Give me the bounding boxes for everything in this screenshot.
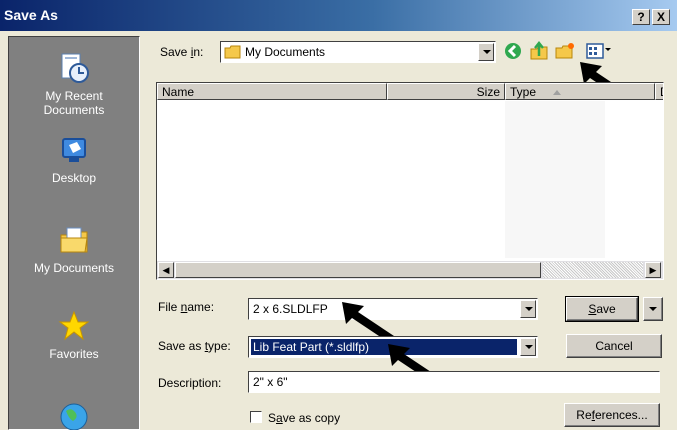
save-as-type-dropdown-arrow[interactable] xyxy=(520,338,536,356)
title-bar: Save As ? X xyxy=(0,0,677,31)
save-as-type-value: Lib Feat Part (*.sldlfp) xyxy=(251,339,517,355)
save-in-combo[interactable]: My Documents xyxy=(220,41,496,63)
save-as-copy-label[interactable]: Save as copy xyxy=(268,411,340,425)
horizontal-scrollbar[interactable]: ◀ ▶ xyxy=(157,261,663,279)
column-header-date[interactable]: D xyxy=(655,83,663,100)
up-folder-icon[interactable] xyxy=(528,40,550,62)
place-network[interactable] xyxy=(9,397,139,430)
scrollbar-thumb[interactable] xyxy=(175,262,541,278)
file-list-view[interactable]: Name Size Type D ◀ ▶ xyxy=(156,82,664,280)
references-button[interactable]: References... xyxy=(564,403,660,427)
column-header-type[interactable]: Type xyxy=(505,83,655,100)
file-name-input[interactable]: 2 x 6.SLDLFP xyxy=(253,302,328,316)
my-documents-icon xyxy=(60,227,88,253)
file-name-label: File name: xyxy=(158,300,215,314)
description-field[interactable]: 2" x 6" xyxy=(248,371,660,393)
help-button[interactable]: ? xyxy=(632,9,650,25)
cancel-button[interactable]: Cancel xyxy=(566,334,662,358)
column-header-size[interactable]: Size xyxy=(387,83,505,100)
description-label: Description: xyxy=(158,376,222,390)
save-options-button[interactable] xyxy=(643,297,663,321)
back-icon[interactable] xyxy=(502,40,524,62)
place-label: My Recent Documents xyxy=(43,89,105,117)
views-menu-icon xyxy=(586,43,604,59)
chevron-down-icon xyxy=(649,307,657,311)
scroll-left-button[interactable]: ◀ xyxy=(158,262,174,278)
scrollbar-track[interactable] xyxy=(543,262,643,278)
recent-documents-icon xyxy=(61,53,89,83)
chevron-down-icon xyxy=(605,48,611,51)
save-as-copy-checkbox[interactable] xyxy=(250,411,262,423)
place-desktop[interactable]: Desktop xyxy=(9,133,139,185)
place-favorites[interactable]: Favorites xyxy=(9,309,139,361)
description-input[interactable]: 2" x 6" xyxy=(253,375,288,389)
places-bar: My Recent Documents Desktop My Documents… xyxy=(8,36,140,430)
new-folder-icon[interactable] xyxy=(554,40,576,62)
save-as-type-label: Save as type: xyxy=(158,339,231,353)
save-button[interactable]: Save xyxy=(565,296,639,322)
network-globe-icon xyxy=(60,403,88,430)
save-in-label: Save in: xyxy=(160,45,204,59)
desktop-icon xyxy=(62,138,86,162)
folder-icon xyxy=(224,45,241,59)
save-in-dropdown-arrow[interactable] xyxy=(478,43,494,61)
window-title: Save As xyxy=(4,7,58,23)
place-my-documents[interactable]: My Documents xyxy=(9,223,139,275)
place-label: Favorites xyxy=(49,347,99,361)
place-my-recent-documents[interactable]: My Recent Documents xyxy=(9,51,139,117)
file-name-dropdown-arrow[interactable] xyxy=(520,300,536,318)
favorites-icon xyxy=(58,310,90,341)
close-button[interactable]: X xyxy=(652,9,670,25)
place-label: Desktop xyxy=(51,171,97,185)
place-label: My Documents xyxy=(33,261,115,275)
scroll-right-button[interactable]: ▶ xyxy=(645,262,661,278)
column-header-name[interactable]: Name xyxy=(157,83,387,100)
views-menu-button[interactable] xyxy=(584,40,614,62)
sorted-column-shading xyxy=(505,101,605,258)
save-in-value: My Documents xyxy=(245,45,326,59)
sort-ascending-icon xyxy=(553,90,562,96)
column-header-type-label: Type xyxy=(510,85,537,99)
